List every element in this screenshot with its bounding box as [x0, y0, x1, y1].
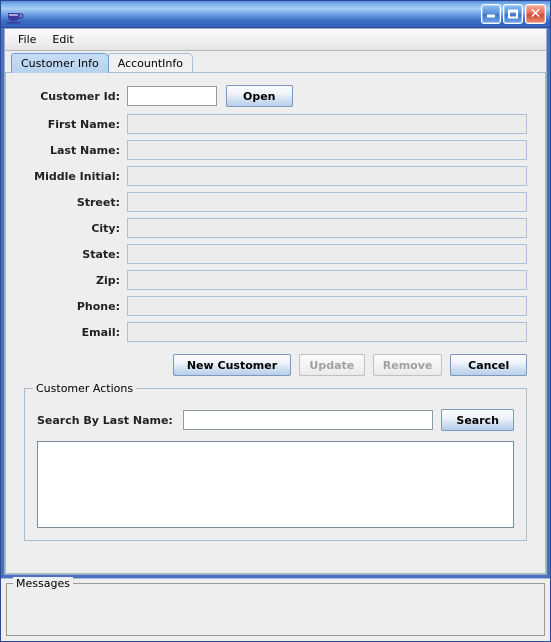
customer-info-panel: Customer Id: Open First Name: Last Name:…: [5, 73, 546, 574]
tab-customer-info[interactable]: Customer Info: [11, 53, 109, 73]
close-icon: ✕: [529, 6, 542, 22]
form-row-customer-id: Customer Id: Open: [24, 85, 527, 107]
messages-text: [7, 584, 544, 604]
label-first-name: First Name:: [47, 117, 120, 131]
label-search-by-last-name: Search By Last Name:: [37, 413, 173, 427]
form-row-email: Email:: [24, 321, 527, 343]
menu-bar: File Edit: [5, 29, 546, 51]
remove-button[interactable]: Remove: [372, 354, 443, 376]
application-window: ✕ File Edit Customer Info AccountInfo Cu…: [0, 0, 551, 642]
form-row-last-name: Last Name:: [24, 139, 527, 161]
messages-group: Messages: [6, 577, 545, 636]
form-row-first-name: First Name:: [24, 113, 527, 135]
city-input[interactable]: [127, 218, 527, 238]
action-button-row: New Customer Update Remove Cancel: [173, 348, 545, 376]
tab-strip: Customer Info AccountInfo: [5, 51, 546, 73]
maximize-icon: [508, 9, 518, 19]
window-controls: ✕: [481, 4, 546, 24]
minimize-icon: [487, 14, 495, 18]
form-row-street: Street:: [24, 191, 527, 213]
street-input[interactable]: [127, 192, 527, 212]
java-coffee-cup-icon: [4, 5, 24, 25]
messages-title: Messages: [13, 577, 73, 590]
messages-area: Messages: [1, 577, 550, 641]
label-customer-id: Customer Id:: [40, 89, 120, 103]
label-state: State:: [82, 247, 120, 261]
customer-id-input[interactable]: [127, 86, 217, 106]
form-row-phone: Phone:: [24, 295, 527, 317]
open-button[interactable]: Open: [226, 85, 293, 107]
phone-input[interactable]: [127, 296, 527, 316]
customer-actions-title: Customer Actions: [33, 382, 137, 395]
label-email: Email:: [81, 325, 120, 339]
zip-input[interactable]: [127, 270, 527, 290]
minimize-button[interactable]: [481, 4, 501, 24]
update-button[interactable]: Update: [298, 354, 365, 376]
menu-item-edit[interactable]: Edit: [44, 31, 81, 48]
tab-customer-info-label: Customer Info: [21, 57, 99, 70]
client-area: File Edit Customer Info AccountInfo Cust…: [4, 28, 547, 575]
new-customer-button[interactable]: New Customer: [173, 354, 291, 376]
form-row-middle-initial: Middle Initial:: [24, 165, 527, 187]
search-button[interactable]: Search: [441, 409, 514, 431]
customer-form: Customer Id: Open First Name: Last Name:…: [6, 73, 545, 343]
search-row: Search By Last Name: Search: [37, 403, 514, 431]
label-last-name: Last Name:: [49, 143, 120, 157]
label-city: City:: [91, 221, 120, 235]
last-name-input[interactable]: [127, 140, 527, 160]
label-street: Street:: [76, 195, 120, 209]
first-name-input[interactable]: [127, 114, 527, 134]
menu-item-file[interactable]: File: [10, 31, 44, 48]
label-phone: Phone:: [76, 299, 120, 313]
search-input[interactable]: [182, 410, 434, 430]
cancel-button[interactable]: Cancel: [450, 354, 527, 376]
maximize-button[interactable]: [503, 4, 523, 24]
customer-actions-group: Customer Actions Search By Last Name: Se…: [24, 382, 527, 541]
label-zip: Zip:: [95, 273, 120, 287]
search-results-list[interactable]: [37, 441, 514, 528]
email-input[interactable]: [127, 322, 527, 342]
label-middle-initial: Middle Initial:: [34, 169, 120, 183]
state-input[interactable]: [127, 244, 527, 264]
title-bar: ✕: [1, 1, 550, 28]
middle-initial-input[interactable]: [127, 166, 527, 186]
tab-account-info-label: AccountInfo: [117, 57, 183, 70]
tab-account-info[interactable]: AccountInfo: [107, 53, 193, 73]
form-row-zip: Zip:: [24, 269, 527, 291]
close-button[interactable]: ✕: [525, 4, 546, 24]
form-row-city: City:: [24, 217, 527, 239]
form-row-state: State:: [24, 243, 527, 265]
